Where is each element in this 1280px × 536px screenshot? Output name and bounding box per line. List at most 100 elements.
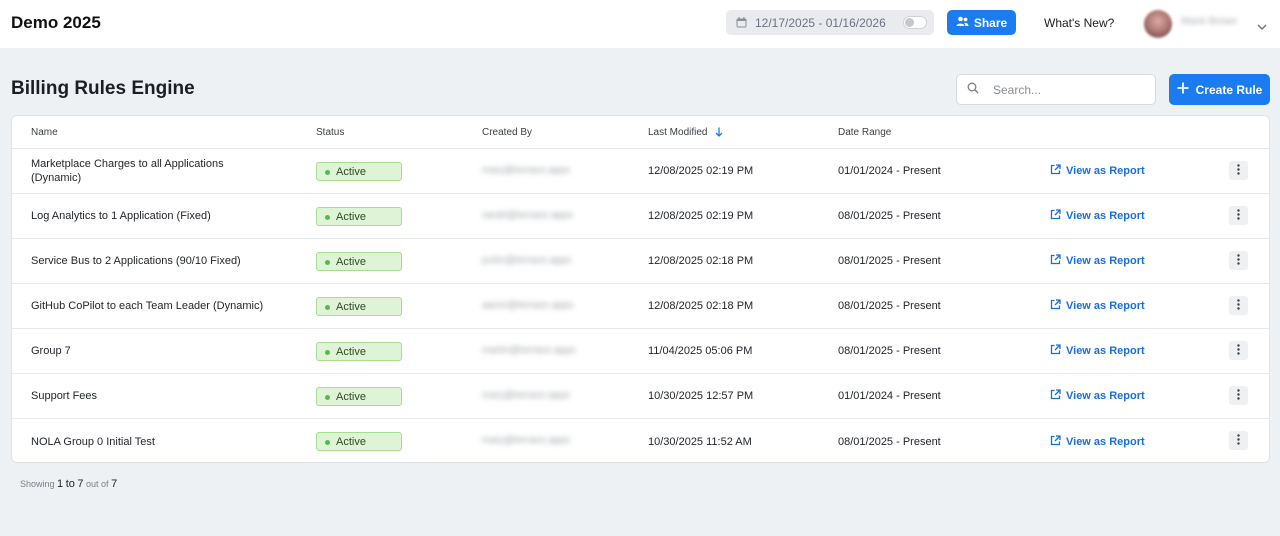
date-range: 08/01/2025 - Present xyxy=(838,255,941,267)
created-by: mary@terrace.apps xyxy=(482,165,570,176)
status-dot xyxy=(325,170,330,175)
external-link-icon xyxy=(1050,209,1061,223)
table-row[interactable]: Marketplace Charges to all Applications … xyxy=(12,149,1269,194)
row-actions-button[interactable] xyxy=(1229,341,1248,360)
created-by: aaron@terrace.apps xyxy=(482,300,574,311)
row-actions-button[interactable] xyxy=(1229,251,1248,270)
pager-out-of: out of xyxy=(86,479,109,489)
status-text: Active xyxy=(336,435,366,448)
row-actions-button[interactable] xyxy=(1229,161,1248,180)
rules-table: Name Status Created By Last Modified Dat… xyxy=(11,115,1270,463)
last-modified: 12/08/2025 02:18 PM xyxy=(648,300,754,312)
status-text: Active xyxy=(336,210,366,223)
header-status[interactable]: Status xyxy=(316,127,344,138)
date-range: 01/01/2024 - Present xyxy=(838,390,941,402)
top-bar: Demo 2025 12/17/2025 - 01/16/2026 Share … xyxy=(0,0,1280,48)
status-text: Active xyxy=(336,345,366,358)
date-range-text: 12/17/2025 - 01/16/2026 xyxy=(755,15,886,30)
created-by: mary@terrace.apps xyxy=(482,435,570,446)
external-link-icon xyxy=(1050,344,1061,358)
table-row[interactable]: GitHub CoPilot to each Team Leader (Dyna… xyxy=(12,284,1269,329)
chevron-down-icon[interactable] xyxy=(1257,18,1267,36)
row-actions-button[interactable] xyxy=(1229,296,1248,315)
header-last-modified[interactable]: Last Modified xyxy=(648,127,723,140)
view-as-report-link[interactable]: View as Report xyxy=(1050,419,1145,462)
pager-to: 7 xyxy=(77,478,84,490)
view-as-report-link[interactable]: View as Report xyxy=(1050,329,1145,373)
date-range-toggle[interactable] xyxy=(903,16,927,29)
header-date-range[interactable]: Date Range xyxy=(838,127,891,138)
table-row[interactable]: Support Fees Active mary@terrace.apps 10/30… xyxy=(12,374,1269,419)
user-name[interactable]: Marie Brown xyxy=(1181,16,1237,27)
row-actions-button[interactable] xyxy=(1229,386,1248,405)
status-dot xyxy=(325,395,330,400)
table-row[interactable]: Service Bus to 2 Applications (90/10 Fix… xyxy=(12,239,1269,284)
more-vertical-icon xyxy=(1237,207,1240,225)
sort-descending-icon[interactable] xyxy=(715,127,723,140)
pager-total: 7 xyxy=(111,478,118,490)
last-modified: 12/08/2025 02:19 PM xyxy=(648,210,754,222)
rule-name[interactable]: GitHub CoPilot to each Team Leader (Dyna… xyxy=(31,284,271,328)
pager-showing: Showing xyxy=(20,479,55,489)
table-row[interactable]: Log Analytics to 1 Application (Fixed) Ac… xyxy=(12,194,1269,239)
external-link-icon xyxy=(1050,434,1061,449)
last-modified: 11/04/2025 05:06 PM xyxy=(648,345,753,357)
view-as-report-label: View as Report xyxy=(1066,165,1145,177)
rule-name[interactable]: NOLA Group 0 Initial Test xyxy=(31,419,271,462)
rule-name[interactable]: Service Bus to 2 Applications (90/10 Fix… xyxy=(31,239,271,283)
whats-new-link[interactable]: What's New? xyxy=(1044,16,1114,30)
rule-name[interactable]: Log Analytics to 1 Application (Fixed) xyxy=(31,194,271,238)
table-row[interactable]: NOLA Group 0 Initial Test Active mary@terr… xyxy=(12,419,1269,462)
header-name[interactable]: Name xyxy=(31,127,58,138)
status-dot xyxy=(325,440,330,445)
status-dot xyxy=(325,215,330,220)
external-link-icon xyxy=(1050,254,1061,268)
pagination-summary: Showing 1 to 7 out of 7 xyxy=(20,478,117,490)
external-link-icon xyxy=(1050,299,1061,313)
pager-from: 1 xyxy=(57,478,64,490)
status-badge: Active xyxy=(316,207,402,226)
status-text: Active xyxy=(336,390,366,403)
view-as-report-label: View as Report xyxy=(1066,210,1145,222)
last-modified: 10/30/2025 12:57 PM xyxy=(648,390,754,402)
date-range: 08/01/2025 - Present xyxy=(838,435,941,448)
view-as-report-label: View as Report xyxy=(1066,390,1145,402)
header-created-by[interactable]: Created By xyxy=(482,127,532,138)
more-vertical-icon xyxy=(1237,387,1240,405)
table-header: Name Status Created By Last Modified Dat… xyxy=(12,116,1269,149)
date-range-picker[interactable]: 12/17/2025 - 01/16/2026 xyxy=(726,10,934,35)
status-badge: Active xyxy=(316,297,402,316)
status-badge: Active xyxy=(316,342,402,361)
rule-name[interactable]: Group 7 xyxy=(31,329,271,373)
table-row[interactable]: Group 7 Active martin@terrace.apps 11/04/20… xyxy=(12,329,1269,374)
search-box[interactable] xyxy=(956,74,1156,105)
status-badge: Active xyxy=(316,387,402,406)
user-avatar[interactable] xyxy=(1144,10,1172,38)
date-range: 08/01/2025 - Present xyxy=(838,345,941,357)
view-as-report-link[interactable]: View as Report xyxy=(1050,239,1145,283)
more-vertical-icon xyxy=(1237,162,1240,180)
view-as-report-link[interactable]: View as Report xyxy=(1050,284,1145,328)
view-as-report-link[interactable]: View as Report xyxy=(1050,194,1145,238)
calendar-icon xyxy=(736,17,747,28)
plus-icon xyxy=(1177,82,1189,97)
row-actions-button[interactable] xyxy=(1229,431,1248,450)
page-title: Billing Rules Engine xyxy=(11,78,195,99)
date-range: 01/01/2024 - Present xyxy=(838,165,941,177)
pager-to-word: to xyxy=(65,478,75,490)
share-label: Share xyxy=(973,15,1008,30)
app-title: Demo 2025 xyxy=(11,13,101,32)
row-actions-button[interactable] xyxy=(1229,206,1248,225)
share-button[interactable]: Share xyxy=(947,10,1016,35)
view-as-report-link[interactable]: View as Report xyxy=(1050,374,1145,418)
status-dot xyxy=(325,350,330,355)
more-vertical-icon xyxy=(1237,297,1240,315)
rule-name[interactable]: Marketplace Charges to all Applications … xyxy=(31,149,271,193)
rule-name[interactable]: Support Fees xyxy=(31,374,271,418)
more-vertical-icon xyxy=(1237,342,1240,360)
create-rule-button[interactable]: Create Rule xyxy=(1169,74,1270,105)
external-link-icon xyxy=(1050,164,1061,178)
more-vertical-icon xyxy=(1237,432,1240,450)
view-as-report-link[interactable]: View as Report xyxy=(1050,149,1145,193)
search-input[interactable] xyxy=(993,82,1143,97)
